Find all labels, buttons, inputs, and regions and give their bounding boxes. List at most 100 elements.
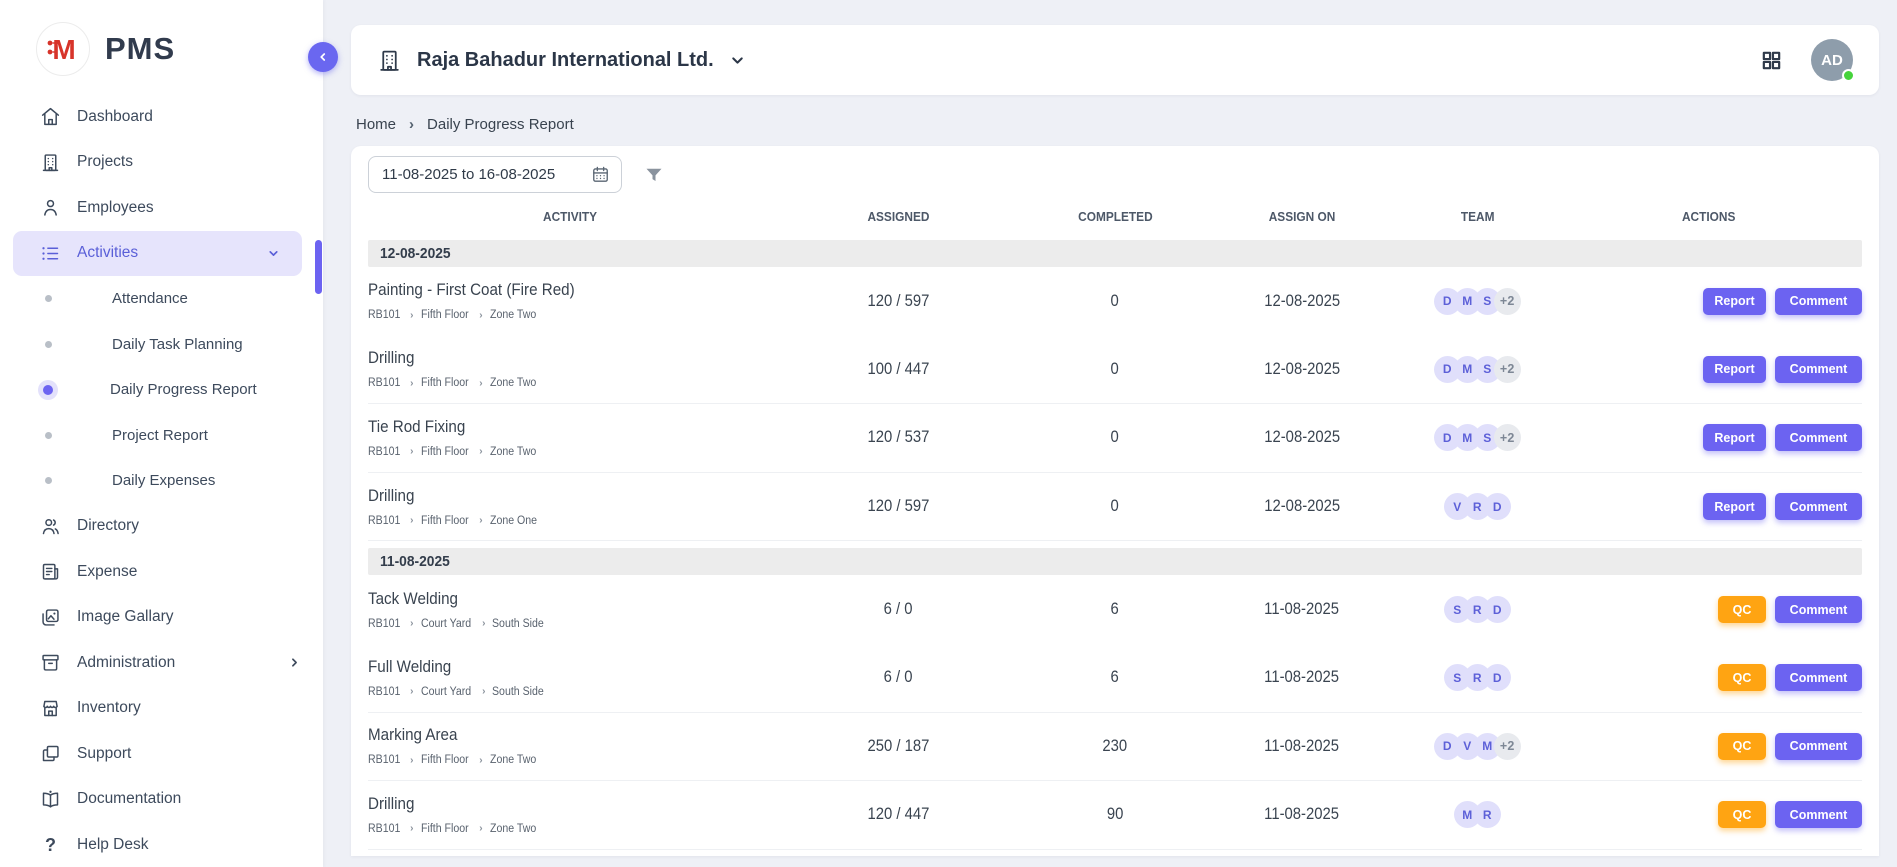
bullet-icon	[45, 341, 52, 348]
sidebar-item-employees[interactable]: Employees	[0, 185, 323, 231]
team-extra-count[interactable]: +2	[1494, 424, 1521, 451]
sidebar-item-project-report[interactable]: Project Report	[0, 413, 323, 459]
assign-on-date: 11-08-2025	[1264, 737, 1339, 756]
comment-button[interactable]: Comment	[1775, 424, 1862, 451]
completed-value: 0	[1111, 292, 1119, 311]
col-actions: ACTIONS	[1682, 209, 1735, 224]
sidebar-item-documentation[interactable]: Documentation	[0, 777, 323, 823]
sidebar-item-label: Image Gallary	[77, 608, 173, 626]
completed-value: 6	[1111, 668, 1119, 687]
activity-name: Drilling	[368, 487, 414, 506]
brand-logo-icon: M	[36, 22, 90, 76]
activity-name: Tack Welding	[368, 590, 458, 609]
bullet-icon	[43, 385, 53, 395]
sidebar-item-inventory[interactable]: Inventory	[0, 686, 323, 732]
sidebar-item-activities[interactable]: Activities	[13, 231, 302, 277]
report-button[interactable]: Report	[1703, 288, 1766, 315]
group-date: 12-08-2025	[380, 245, 451, 262]
archive-icon	[40, 652, 61, 673]
chevron-right-icon: ›	[409, 116, 414, 133]
assigned-value: 250 / 187	[867, 737, 929, 756]
activity-path: RB101› Fifth Floor› Zone Two	[368, 823, 771, 835]
sidebar-collapse-button[interactable]	[308, 42, 338, 72]
team-extra-count[interactable]: +2	[1494, 288, 1521, 315]
top-header: Raja Bahadur International Ltd. AD	[351, 25, 1879, 95]
question-icon: ?	[40, 834, 61, 855]
activity-name: Drilling	[368, 795, 414, 814]
comment-button[interactable]: Comment	[1775, 664, 1862, 691]
sidebar-item-label: Inventory	[77, 699, 141, 717]
table-row: Marking Area RB101› Fifth Floor› Zone Tw…	[368, 713, 1862, 782]
sidebar-item-directory[interactable]: Directory	[0, 504, 323, 550]
comment-button[interactable]: Comment	[1775, 356, 1862, 383]
completed-value: 0	[1111, 360, 1119, 379]
completed-value: 0	[1111, 428, 1119, 447]
activity-name: Drilling	[368, 349, 414, 368]
comment-button[interactable]: Comment	[1775, 596, 1862, 623]
svg-text:M: M	[52, 34, 75, 65]
qc-button[interactable]: QC	[1718, 733, 1766, 760]
sidebar-item-attendance[interactable]: Attendance	[0, 276, 323, 322]
sidebar-item-label: Documentation	[77, 790, 181, 808]
sidebar-subitem-label: Daily Progress Report	[110, 381, 257, 398]
gallery-icon	[40, 607, 61, 628]
report-button[interactable]: Report	[1703, 493, 1766, 520]
comment-button[interactable]: Comment	[1775, 733, 1862, 760]
sidebar-item-help-desk[interactable]: ? Help Desk	[0, 822, 323, 867]
report-button[interactable]: Report	[1703, 356, 1766, 383]
sidebar-item-daily-task-planning[interactable]: Daily Task Planning	[0, 322, 323, 368]
report-button[interactable]: Report	[1703, 424, 1766, 451]
sidebar-item-label: Projects	[77, 153, 133, 171]
sidebar-item-dashboard[interactable]: Dashboard	[0, 94, 323, 140]
apps-grid-icon[interactable]	[1760, 49, 1783, 72]
sidebar-subitem-label: Project Report	[112, 427, 208, 444]
sidebar-item-image-gallary[interactable]: Image Gallary	[0, 595, 323, 641]
sidebar-item-label: Administration	[77, 654, 175, 672]
comment-button[interactable]: Comment	[1775, 801, 1862, 828]
assign-on-date: 12-08-2025	[1264, 497, 1340, 516]
team-extra-count[interactable]: +2	[1494, 356, 1521, 383]
calendar-icon	[591, 165, 610, 184]
chevron-down-icon	[267, 247, 280, 260]
col-team: TEAM	[1460, 209, 1494, 224]
office-building-icon	[377, 48, 402, 73]
company-selector[interactable]: Raja Bahadur International Ltd.	[377, 48, 746, 73]
store-icon	[40, 698, 61, 719]
sidebar-item-administration[interactable]: Administration	[0, 640, 323, 686]
qc-button[interactable]: QC	[1718, 664, 1766, 691]
qc-button[interactable]: QC	[1718, 801, 1766, 828]
activity-name: Full Welding	[368, 658, 451, 677]
sidebar-item-support[interactable]: Support	[0, 731, 323, 777]
user-avatar[interactable]: AD	[1811, 39, 1853, 81]
comment-button[interactable]: Comment	[1775, 493, 1862, 520]
col-activity: ACTIVITY	[543, 209, 597, 224]
team-avatars: V R D	[1399, 493, 1556, 520]
activity-path: RB101› Fifth Floor› Zone Two	[368, 309, 771, 321]
team-avatars: S R D	[1399, 596, 1556, 623]
qc-button[interactable]: QC	[1718, 596, 1766, 623]
table-row: Tie Rod Fixing RB101› Fifth Floor› Zone …	[368, 404, 1862, 473]
activity-path: RB101› Court Yard› South Side	[368, 686, 771, 698]
activity-path: RB101› Court Yard› South Side	[368, 618, 771, 630]
filter-bar: 11-08-2025 to 16-08-2025	[368, 156, 1862, 193]
breadcrumb-home[interactable]: Home	[356, 116, 396, 133]
team-extra-count[interactable]: +2	[1494, 733, 1521, 760]
avatar-initials: AD	[1821, 52, 1843, 69]
app-title: PMS	[105, 31, 175, 67]
sidebar-item-expense[interactable]: Expense	[0, 549, 323, 595]
people-icon	[40, 516, 61, 537]
date-range-input[interactable]: 11-08-2025 to 16-08-2025	[368, 156, 622, 193]
completed-value: 6	[1111, 600, 1119, 619]
filter-funnel-icon[interactable]	[644, 165, 664, 185]
sidebar-item-daily-expenses[interactable]: Daily Expenses	[0, 458, 323, 504]
main-content: Raja Bahadur International Ltd. AD Home …	[323, 0, 1897, 867]
sidebar-item-projects[interactable]: Projects	[0, 140, 323, 186]
table-row: Full Welding RB101› Court Yard› South Si…	[368, 644, 1862, 713]
comment-button[interactable]: Comment	[1775, 288, 1862, 315]
group-date: 11-08-2025	[380, 553, 450, 570]
sidebar-item-daily-progress-report[interactable]: Daily Progress Report	[0, 367, 323, 413]
table-row: Tack Welding RB101› Court Yard› South Si…	[368, 575, 1862, 644]
online-status-dot	[1842, 69, 1855, 82]
completed-value: 230	[1103, 737, 1128, 756]
assigned-value: 120 / 537	[867, 428, 929, 447]
